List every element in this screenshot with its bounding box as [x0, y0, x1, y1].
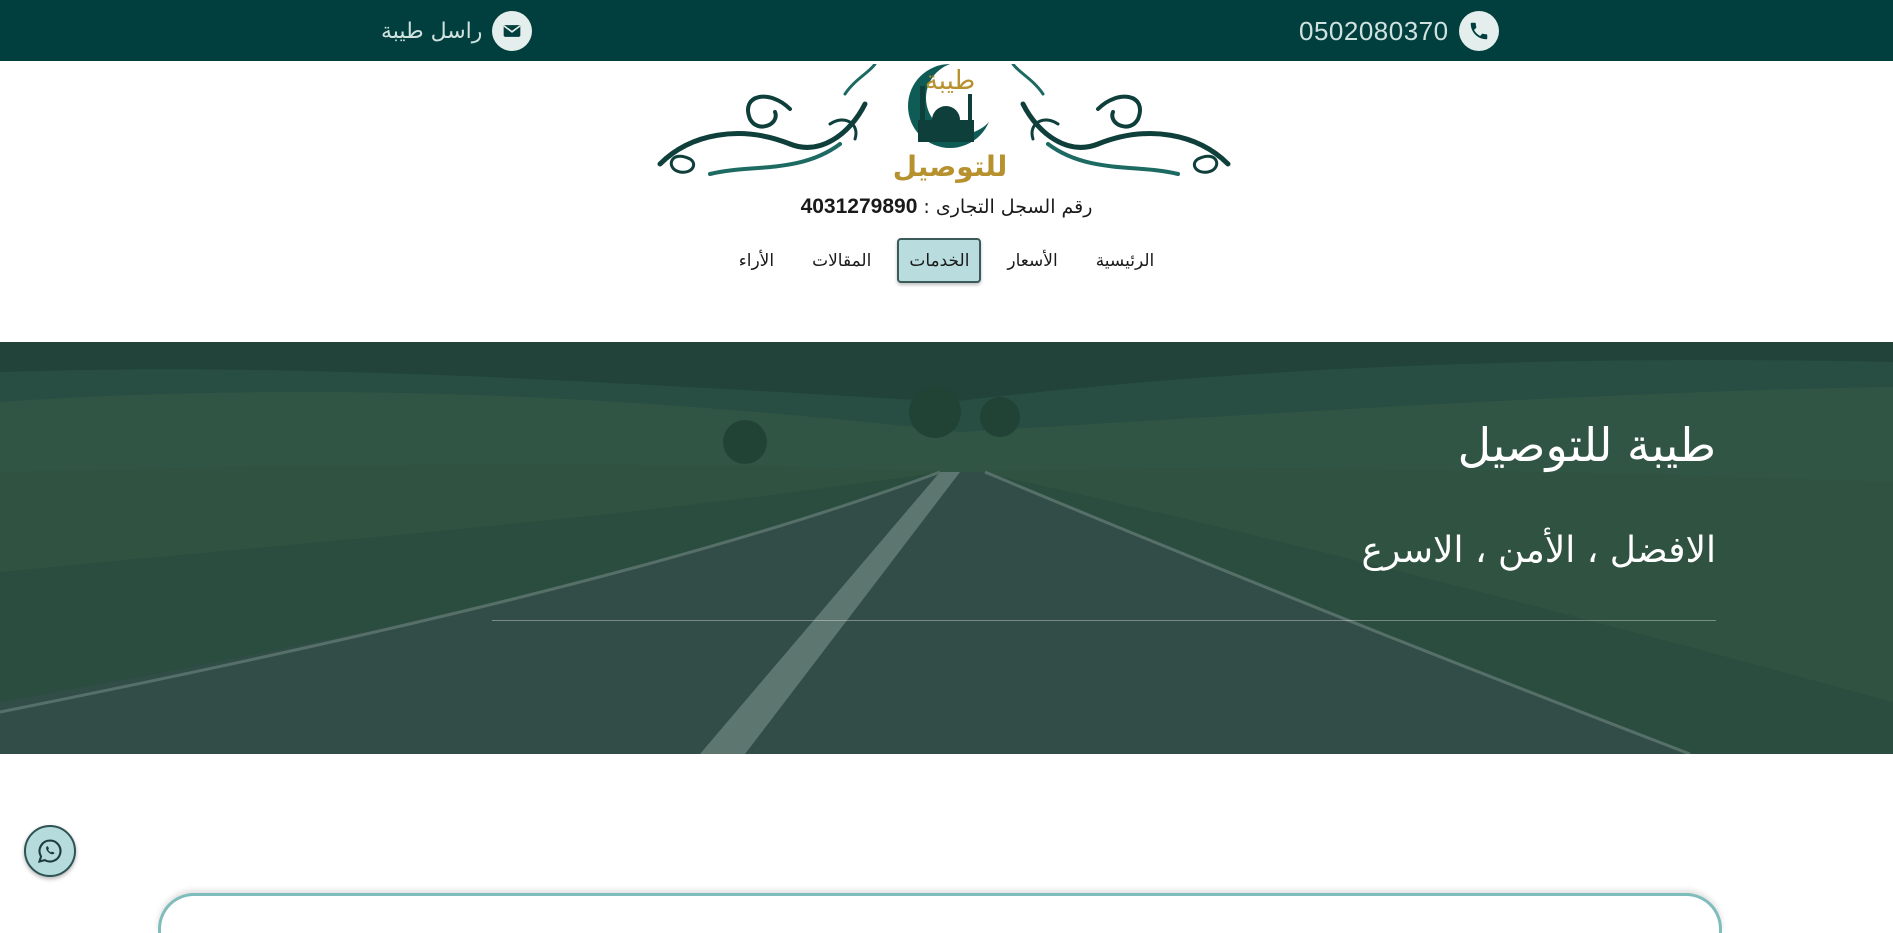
nav-item-home[interactable]: الرئيسية	[1084, 238, 1167, 283]
hero-divider	[492, 620, 1716, 621]
contact-link[interactable]: راسل طيبة	[381, 11, 533, 51]
nav-item-reviews[interactable]: الأراء	[727, 238, 786, 283]
logo-script-text: طيبة	[925, 66, 975, 96]
main-nav: الرئيسية الأسعار الخدمات المقالات الأراء	[0, 238, 1893, 283]
phone-icon[interactable]	[1458, 11, 1499, 51]
nav-item-articles[interactable]: المقالات	[800, 238, 883, 283]
nav-item-prices[interactable]: الأسعار	[995, 238, 1069, 283]
hero-title: طيبة للتوصيل	[1457, 418, 1716, 472]
logo-text: للتوصيل	[893, 150, 1007, 183]
phone-number[interactable]: 0502080370	[1299, 16, 1449, 47]
registration-number: 4031279890	[800, 195, 918, 218]
whatsapp-icon	[37, 839, 62, 863]
contact-label[interactable]: راسل طيبة	[381, 19, 482, 44]
nav-item-services[interactable]: الخدمات	[897, 238, 982, 283]
top-bar: 0502080370 راسل طيبة	[0, 0, 1893, 61]
whatsapp-button[interactable]	[24, 825, 76, 877]
site-logo[interactable]: طيبة للتوصيل	[650, 64, 1238, 184]
registration-info: رقم السجل التجارى : 4031279890	[0, 195, 1893, 219]
content-card	[158, 893, 1722, 933]
hero-subtitle: الافضل ، الأمن ، الاسرع	[1361, 530, 1717, 571]
envelope-icon[interactable]	[492, 11, 533, 51]
phone-link[interactable]: 0502080370	[1299, 11, 1499, 51]
registration-label: رقم السجل التجارى :	[923, 196, 1093, 218]
